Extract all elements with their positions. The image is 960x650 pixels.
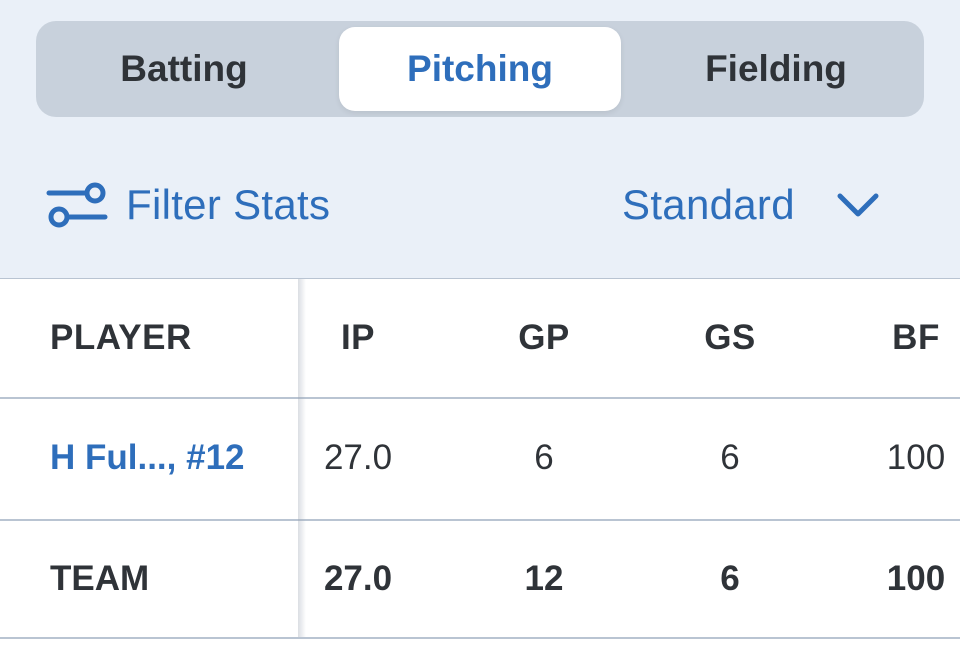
cell-ip: 27.0 <box>323 559 393 598</box>
frozen-column-shadow <box>298 279 306 637</box>
player-link[interactable]: H Ful..., #12 <box>50 397 245 519</box>
stat-type-segmented-control: Batting Pitching Fielding <box>36 21 924 117</box>
cell-bf: 100 <box>886 559 946 598</box>
tab-batting[interactable]: Batting <box>40 27 328 111</box>
cell-bf: 100 <box>886 438 946 477</box>
sliders-icon <box>46 182 108 228</box>
filter-bar: Filter Stats Standard <box>0 150 960 260</box>
table-row: H Ful..., #12 27.0 6 6 100 <box>0 397 960 519</box>
column-header-gp[interactable]: GP <box>486 279 602 397</box>
column-header-ip[interactable]: IP <box>300 279 416 397</box>
cell-gs: 6 <box>720 438 740 477</box>
stat-view-value: Standard <box>622 181 795 228</box>
column-header-bf[interactable]: BF <box>856 279 960 397</box>
row-divider <box>0 637 960 639</box>
cell-gp: 12 <box>524 559 564 598</box>
tab-pitching[interactable]: Pitching <box>339 27 621 111</box>
pitching-stats-table: PLAYER IP GP GS BF H Ful..., #12 27.0 6 … <box>0 278 960 650</box>
column-header-player[interactable]: PLAYER <box>50 279 192 397</box>
stat-view-dropdown[interactable]: Standard <box>622 180 881 230</box>
team-total-row: TEAM 27.0 12 6 100 <box>0 519 960 639</box>
cell-gs: 6 <box>720 559 740 598</box>
chevron-down-icon <box>837 193 879 217</box>
cell-ip: 27.0 <box>323 438 393 477</box>
team-label: TEAM <box>50 559 150 598</box>
column-header-gs[interactable]: GS <box>672 279 788 397</box>
filter-stats-label: Filter Stats <box>126 181 331 228</box>
tab-fielding[interactable]: Fielding <box>632 27 920 111</box>
filter-stats-button[interactable]: Filter Stats <box>46 180 330 230</box>
table-header-row: PLAYER IP GP GS BF <box>0 279 960 397</box>
cell-gp: 6 <box>534 438 554 477</box>
